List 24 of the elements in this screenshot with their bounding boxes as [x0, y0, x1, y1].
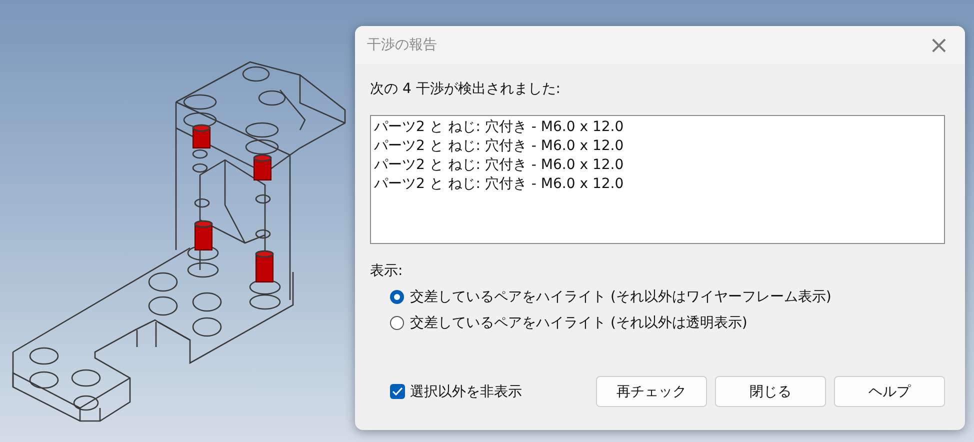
dialog-button[interactable]: 再チェック	[596, 376, 707, 407]
display-label: 表示:	[370, 262, 404, 280]
dialog-button[interactable]: 閉じる	[715, 376, 826, 407]
list-item[interactable]: パーツ2 と ねじ: 穴付き - M6.0 x 12.0	[374, 137, 624, 156]
radio-label: 交差しているペアをハイライト (それ以外は透明表示)	[410, 314, 748, 332]
radio-option[interactable]: 交差しているペアをハイライト (それ以外は透明表示)	[390, 314, 945, 332]
summary-text: 次の 4 干渉が検出されました:	[370, 80, 562, 98]
radio-button[interactable]	[390, 316, 404, 330]
dialog-button[interactable]: ヘルプ	[834, 376, 945, 407]
screw-cylinder	[255, 250, 274, 282]
radio-option[interactable]: 交差しているペアをハイライト (それ以外はワイヤーフレーム表示)	[390, 288, 945, 306]
window-title: 干渉の報告	[367, 36, 437, 54]
screw-cylinder	[192, 124, 211, 148]
list-item[interactable]: パーツ2 と ねじ: 穴付き - M6.0 x 12.0	[374, 118, 624, 137]
radio-label: 交差しているペアをハイライト (それ以外はワイヤーフレーム表示)	[410, 288, 832, 306]
radio-button[interactable]	[390, 290, 404, 304]
screw-cylinder	[253, 154, 272, 180]
close-button[interactable]: ×	[922, 33, 955, 57]
list-item[interactable]: パーツ2 と ねじ: 穴付き - M6.0 x 12.0	[374, 156, 624, 175]
list-item[interactable]: パーツ2 と ねじ: 穴付き - M6.0 x 12.0	[374, 175, 624, 194]
checkbox[interactable]	[390, 384, 405, 399]
hide-others-option[interactable]: 選択以外を非表示	[390, 382, 596, 400]
screw-cylinder	[194, 220, 213, 250]
checkbox-label: 選択以外を非表示	[410, 382, 522, 400]
